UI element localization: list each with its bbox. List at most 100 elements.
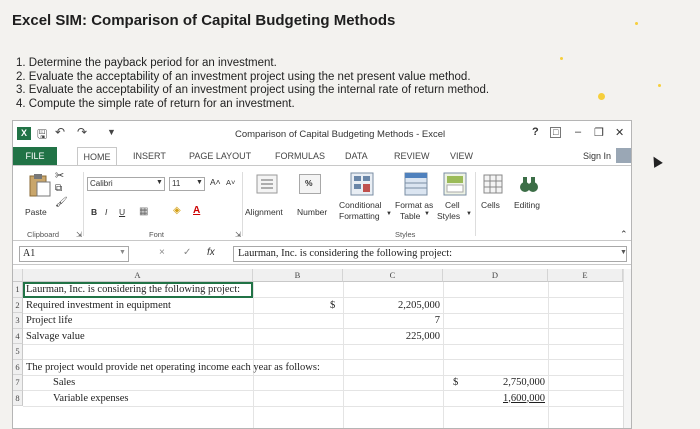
- tab-review[interactable]: REVIEW: [394, 151, 430, 161]
- cells-button[interactable]: Cells: [481, 200, 500, 210]
- redo-icon[interactable]: ↷: [77, 125, 87, 139]
- enter-icon[interactable]: ✓: [183, 247, 191, 258]
- cells-icon[interactable]: [483, 174, 503, 194]
- binoculars-icon[interactable]: [519, 174, 539, 194]
- font-group-label: Font: [149, 230, 165, 239]
- column-header-c[interactable]: C: [343, 269, 443, 282]
- conditional-formatting-button[interactable]: Conditional: [339, 200, 382, 210]
- cell-d7[interactable]: 2,750,000: [443, 377, 545, 388]
- row-header[interactable]: 7: [13, 375, 23, 391]
- instruction-item: 4. Compute the simple rate of return for…: [16, 97, 295, 110]
- bold-button[interactable]: B: [91, 207, 97, 217]
- format-as-table-icon[interactable]: [404, 172, 428, 196]
- column-header-e[interactable]: E: [548, 269, 623, 282]
- font-launcher-icon[interactable]: ⇲: [235, 230, 241, 239]
- cell-a7[interactable]: Sales: [53, 377, 75, 388]
- cell-styles-button[interactable]: Cell: [445, 200, 460, 210]
- tab-formulas[interactable]: FORMULAS: [275, 151, 325, 161]
- font-size-dropdown[interactable]: 11 ▼: [169, 177, 205, 191]
- column-header-a[interactable]: A: [23, 269, 253, 282]
- restore-icon[interactable]: ❐: [594, 126, 604, 139]
- gridline: [23, 328, 623, 329]
- font-name-dropdown[interactable]: Calibri ▼: [87, 177, 165, 191]
- row-header[interactable]: 4: [13, 328, 23, 344]
- spreadsheet-grid[interactable]: A B C D E 1 2 3 4 5 6 7 8 Laurman, Inc. …: [13, 269, 631, 428]
- ribbon-display-icon[interactable]: □: [550, 127, 562, 138]
- chevron-down-icon: ▼: [386, 211, 392, 217]
- cell-b2-currency[interactable]: $: [330, 300, 335, 311]
- gridline: [23, 374, 623, 376]
- paste-button[interactable]: Paste: [25, 207, 47, 217]
- cell-a1[interactable]: Laurman, Inc. is considering the followi…: [26, 284, 240, 295]
- styles-group-label: Styles: [395, 230, 416, 239]
- shrink-font-button[interactable]: A˅: [226, 178, 235, 187]
- chevron-down-icon[interactable]: ▼: [620, 249, 627, 256]
- tab-view[interactable]: VIEW: [450, 151, 473, 161]
- minimize-icon[interactable]: –: [575, 126, 581, 138]
- copy-icon[interactable]: ⧉: [55, 183, 62, 194]
- font-color-icon[interactable]: A: [193, 205, 200, 216]
- cell-styles-icon[interactable]: [443, 172, 467, 196]
- cancel-icon[interactable]: ×: [159, 247, 165, 258]
- cut-icon[interactable]: ✂: [55, 169, 64, 182]
- row-header[interactable]: 5: [13, 344, 23, 360]
- gridline: [23, 343, 623, 345]
- row-header[interactable]: 6: [13, 359, 23, 375]
- number-button[interactable]: Number: [297, 207, 327, 217]
- cell-styles-label-2: Styles: [437, 211, 461, 221]
- gridline: [548, 282, 549, 428]
- percent-icon[interactable]: %: [299, 174, 321, 194]
- select-all-corner[interactable]: [13, 269, 23, 282]
- sep: [83, 172, 84, 236]
- cell-c2[interactable]: 2,205,000: [343, 300, 440, 311]
- formula-bar: A1 ▼ × ✓ fx Laurman, Inc. is considering…: [13, 243, 631, 265]
- cell-a6[interactable]: The project would provide net operating …: [26, 362, 320, 373]
- grow-font-button[interactable]: A˄: [210, 177, 221, 187]
- row-header[interactable]: 3: [13, 313, 23, 329]
- help-icon[interactable]: ?: [532, 126, 539, 138]
- tab-insert[interactable]: INSERT: [133, 151, 166, 161]
- tab-bar: INSERT PAGE LAYOUT FORMULAS DATA REVIEW …: [13, 147, 631, 165]
- fill-color-icon[interactable]: ◈: [173, 205, 181, 216]
- conditional-formatting-icon[interactable]: [350, 172, 374, 196]
- row-header[interactable]: 1: [13, 282, 23, 298]
- cell-a4[interactable]: Salvage value: [26, 331, 85, 342]
- cell-c4[interactable]: 225,000: [343, 331, 440, 342]
- column-header-d[interactable]: D: [443, 269, 548, 282]
- editing-button[interactable]: Editing: [514, 200, 540, 210]
- undo-icon[interactable]: ↶: [55, 125, 65, 139]
- row-header[interactable]: 2: [13, 297, 23, 313]
- sign-in-link[interactable]: Sign In: [583, 151, 611, 161]
- cell-a8[interactable]: Variable expenses: [53, 393, 129, 404]
- chevron-down-icon[interactable]: ▼: [119, 249, 126, 256]
- vertical-scrollbar[interactable]: [623, 269, 631, 428]
- cell-a2[interactable]: Required investment in equipment: [26, 300, 171, 311]
- cell-c3[interactable]: 7: [343, 315, 440, 326]
- name-box[interactable]: A1: [19, 246, 129, 262]
- borders-icon[interactable]: ▦: [139, 206, 148, 217]
- save-icon[interactable]: 🖫: [37, 125, 47, 146]
- tab-page-layout[interactable]: PAGE LAYOUT: [189, 151, 251, 161]
- cell-d8[interactable]: 1,600,000: [443, 393, 545, 404]
- formula-input[interactable]: Laurman, Inc. is considering the followi…: [233, 246, 627, 262]
- decorative-dot: [598, 93, 605, 100]
- cell-a3[interactable]: Project life: [26, 315, 72, 326]
- italic-button[interactable]: I: [105, 207, 107, 217]
- decorative-dot: [635, 22, 638, 25]
- alignment-button[interactable]: Alignment: [245, 207, 283, 217]
- format-as-table-button[interactable]: Format as: [395, 200, 433, 210]
- row-header[interactable]: 8: [13, 390, 23, 406]
- column-header-b[interactable]: B: [253, 269, 343, 282]
- customize-qat-icon[interactable]: ▼: [107, 127, 116, 137]
- alignment-icon[interactable]: [256, 174, 278, 194]
- format-painter-icon[interactable]: 🖌: [55, 197, 68, 208]
- fx-icon[interactable]: fx: [207, 247, 215, 258]
- close-icon[interactable]: ✕: [615, 126, 624, 139]
- sep: [475, 172, 476, 236]
- paste-icon[interactable]: [27, 172, 53, 198]
- collapse-ribbon-icon[interactable]: ⌃: [620, 229, 628, 240]
- tab-data[interactable]: DATA: [345, 151, 368, 161]
- avatar[interactable]: [616, 148, 631, 163]
- clipboard-launcher-icon[interactable]: ⇲: [76, 230, 82, 239]
- underline-button[interactable]: U: [119, 207, 125, 217]
